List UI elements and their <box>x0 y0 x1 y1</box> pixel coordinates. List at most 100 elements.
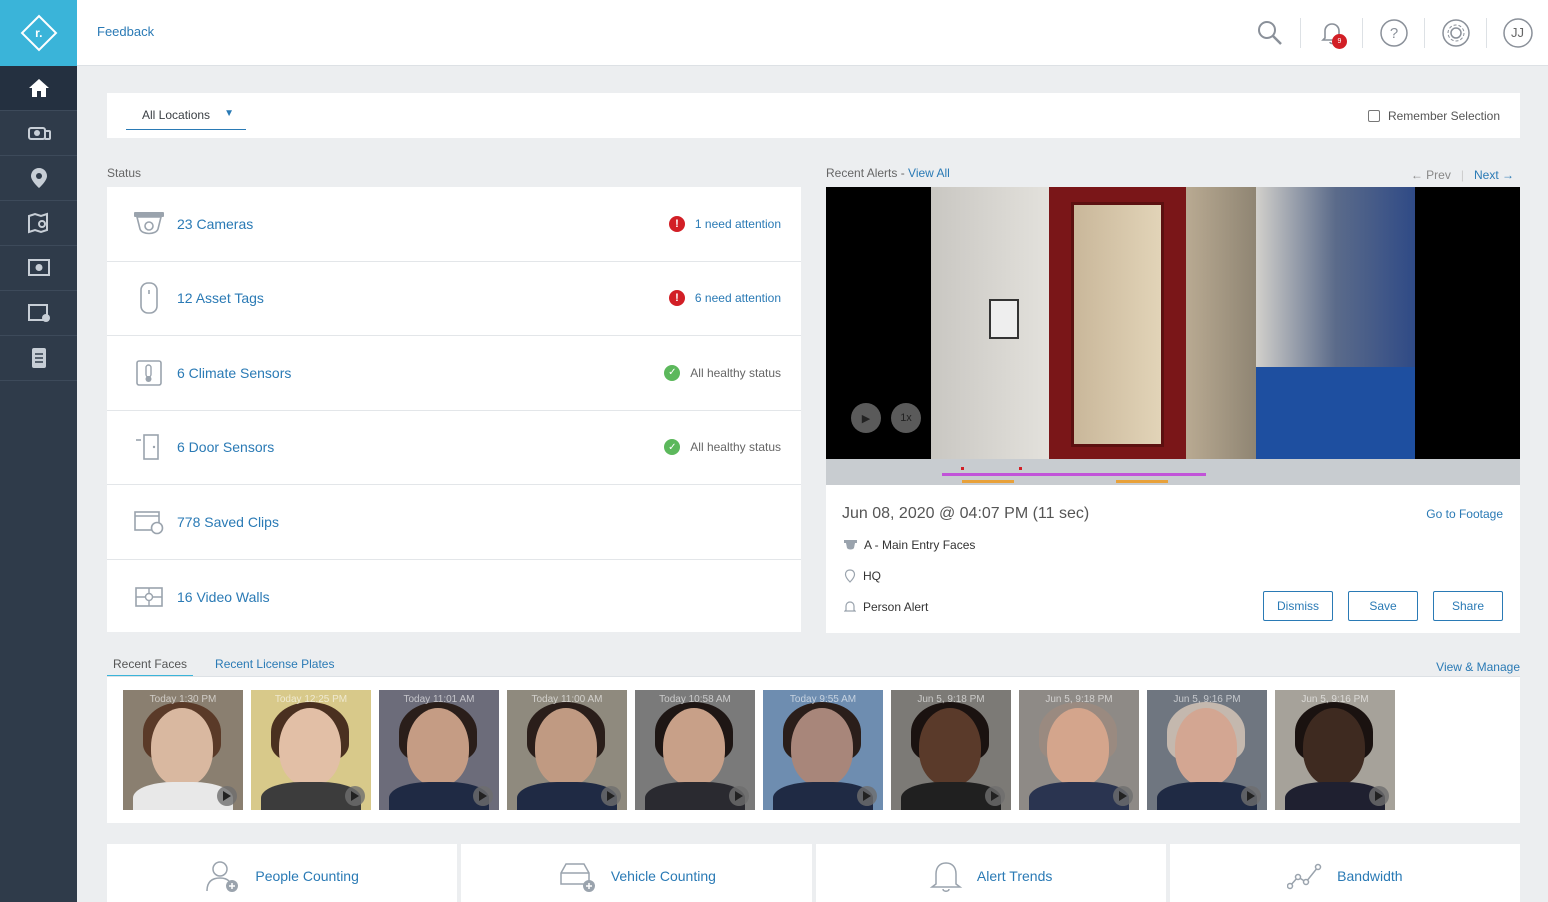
status-title[interactable]: 23 Cameras <box>177 216 253 232</box>
play-icon[interactable] <box>857 786 877 806</box>
remember-selection[interactable]: Remember Selection <box>1367 109 1500 123</box>
share-button[interactable]: Share <box>1433 591 1503 621</box>
home-icon <box>28 79 49 97</box>
view-manage-link[interactable]: View & Manage <box>1436 660 1520 674</box>
location-select[interactable]: All Locations ▼ <box>126 103 246 130</box>
door-sensor-icon <box>136 434 159 461</box>
face-thumbnail[interactable]: Jun 5, 9:18 PM <box>1019 690 1139 810</box>
face-head <box>1175 708 1237 786</box>
analytics-tiles: People Counting Vehicle Counting Alert T… <box>107 844 1520 902</box>
status-row-climate-sensors: 6 Climate Sensors ✓ All healthy status <box>107 336 801 411</box>
alerts-pager: ← Prev | Next → <box>1411 168 1514 182</box>
status-title[interactable]: 6 Door Sensors <box>177 439 274 455</box>
face-thumbnail[interactable]: Jun 5, 9:16 PM <box>1275 690 1395 810</box>
help-icon: ? <box>1379 19 1408 47</box>
play-icon[interactable] <box>473 786 493 806</box>
status-section-label: Status <box>107 166 142 180</box>
faces-tabs: Recent Faces Recent License Plates <box>107 655 340 677</box>
sidebar-item-devices[interactable] <box>0 111 77 156</box>
sidebar-item-reports[interactable] <box>0 336 77 381</box>
user-menu-button[interactable]: JJ <box>1487 0 1548 66</box>
tile-label: Bandwidth <box>1337 868 1403 884</box>
play-icon[interactable] <box>1113 786 1133 806</box>
prev-alert-button[interactable]: ← Prev <box>1411 168 1451 182</box>
face-timestamp: Today 11:01 AM <box>403 694 475 705</box>
sidebar-item-maps[interactable] <box>0 201 77 246</box>
view-all-alerts-link[interactable]: View All <box>908 166 950 180</box>
saved-clips-icon <box>134 510 164 535</box>
play-icon[interactable] <box>217 786 237 806</box>
status-panel: 23 Cameras ! 1 need attention 12 Asset Ta… <box>107 187 801 632</box>
face-thumbnail[interactable]: Today 11:01 AM <box>379 690 499 810</box>
play-icon[interactable] <box>601 786 621 806</box>
play-icon[interactable] <box>729 786 749 806</box>
status-attention-link[interactable]: 1 need attention <box>695 217 781 231</box>
vehicle-counting-icon <box>560 863 595 892</box>
thermometer-icon <box>136 359 162 386</box>
people-counting-tile[interactable]: People Counting <box>107 844 458 902</box>
sidebar-item-home[interactable] <box>0 66 77 111</box>
face-timestamp: Jun 5, 9:18 PM <box>1045 694 1113 705</box>
face-thumbnail[interactable]: Today 12:25 PM <box>251 690 371 810</box>
face-thumbnail[interactable]: Jun 5, 9:18 PM <box>891 690 1011 810</box>
play-icon[interactable] <box>1241 786 1261 806</box>
sidebar-item-video-walls[interactable] <box>0 246 77 291</box>
tab-recent-faces[interactable]: Recent Faces <box>107 655 194 677</box>
play-icon[interactable] <box>985 786 1005 806</box>
save-button[interactable]: Save <box>1348 591 1418 621</box>
face-timestamp: Today 9:55 AM <box>789 694 857 705</box>
alert-trends-tile[interactable]: Alert Trends <box>815 844 1166 902</box>
face-thumbnail[interactable]: Today 10:58 AM <box>635 690 755 810</box>
status-title[interactable]: 778 Saved Clips <box>177 514 279 530</box>
check-icon: ✓ <box>664 439 681 456</box>
play-button[interactable]: ▶ <box>851 403 881 433</box>
status-title[interactable]: 16 Video Walls <box>177 589 270 605</box>
search-icon <box>1257 21 1282 45</box>
face-timestamp: Jun 5, 9:18 PM <box>917 694 985 705</box>
face-timestamp: Jun 5, 9:16 PM <box>1301 694 1369 705</box>
map-pin-icon <box>30 168 47 188</box>
face-timestamp: Jun 5, 9:16 PM <box>1173 694 1241 705</box>
video-timeline[interactable] <box>826 459 1520 485</box>
remember-label: Remember Selection <box>1387 109 1500 123</box>
face-timestamp: Today 11:00 AM <box>531 694 603 705</box>
face-head <box>1303 708 1365 786</box>
sidebar-item-locations[interactable] <box>0 156 77 201</box>
face-thumbnail[interactable]: Today 11:00 AM <box>507 690 627 810</box>
settings-button[interactable] <box>1425 0 1486 66</box>
face-thumbnail[interactable]: Today 1:30 PM <box>123 690 243 810</box>
help-button[interactable]: ? <box>1363 0 1424 66</box>
face-thumbnail[interactable]: Today 9:55 AM <box>763 690 883 810</box>
sidebar-nav <box>0 66 77 381</box>
dismiss-button[interactable]: Dismiss <box>1263 591 1333 621</box>
status-attention-link[interactable]: 6 need attention <box>695 291 781 305</box>
vehicle-counting-tile[interactable]: Vehicle Counting <box>461 844 812 902</box>
play-icon[interactable] <box>1369 786 1389 806</box>
alert-location: HQ <box>844 569 881 583</box>
bell-icon <box>844 601 856 612</box>
face-thumbnail[interactable]: Jun 5, 9:16 PM <box>1147 690 1267 810</box>
status-title[interactable]: 12 Asset Tags <box>177 290 264 306</box>
face-head <box>663 708 725 786</box>
brand-logo[interactable]: r. <box>0 0 77 66</box>
sidebar-item-clips[interactable] <box>0 291 77 336</box>
bandwidth-tile[interactable]: Bandwidth <box>1169 844 1520 902</box>
remember-checkbox[interactable] <box>1367 110 1380 122</box>
status-title[interactable]: 6 Climate Sensors <box>177 365 291 381</box>
notifications-button[interactable]: 9 <box>1301 0 1362 66</box>
map-search-icon <box>27 212 48 234</box>
face-head <box>151 708 213 786</box>
alert-video-player[interactable]: ▶ 1x <box>826 187 1520 459</box>
play-icon[interactable] <box>345 786 365 806</box>
alert-type: Person Alert <box>844 600 928 614</box>
next-alert-button[interactable]: Next → <box>1474 168 1514 182</box>
map-pin-icon <box>844 569 856 583</box>
recent-alerts-header: Recent Alerts - View All ← Prev | Next → <box>826 166 1520 182</box>
search-button[interactable] <box>1239 0 1300 66</box>
feedback-link[interactable]: Feedback <box>97 24 154 39</box>
playback-speed-button[interactable]: 1x <box>891 403 921 433</box>
face-head <box>279 708 341 786</box>
tab-recent-license-plates[interactable]: Recent License Plates <box>209 655 340 677</box>
go-to-footage-link[interactable]: Go to Footage <box>1426 507 1503 521</box>
face-head <box>791 708 853 786</box>
